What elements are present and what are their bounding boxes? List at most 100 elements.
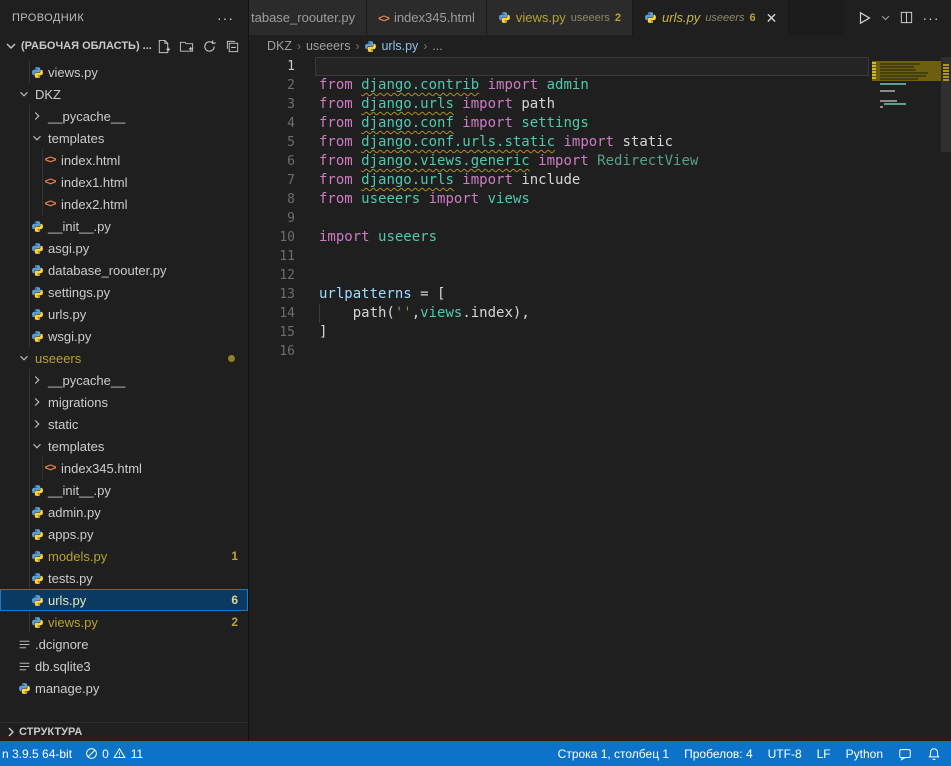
- tree-item-__pycache__[interactable]: __pycache__: [0, 105, 248, 127]
- code-editor[interactable]: 12from django.contrib import admin3from …: [249, 57, 951, 741]
- line-content: from django.contrib import admin: [319, 76, 589, 95]
- tree-item-wsgi.py[interactable]: wsgi.py: [0, 325, 248, 347]
- code-line-6[interactable]: 6from django.views.generic import Redire…: [249, 152, 951, 171]
- indentation[interactable]: Пробелов: 4: [684, 747, 753, 761]
- tab-index345.html[interactable]: <>index345.html: [367, 0, 487, 35]
- code-line-1[interactable]: 1: [249, 57, 951, 76]
- tree-item-templates[interactable]: templates: [0, 435, 248, 457]
- language-mode[interactable]: Python: [846, 747, 883, 761]
- workspace-label: (РАБОЧАЯ ОБЛАСТЬ) ...: [21, 40, 155, 52]
- python-icon: [29, 506, 45, 519]
- code-line-2[interactable]: 2from django.contrib import admin: [249, 76, 951, 95]
- code-line-15[interactable]: 15]: [249, 323, 951, 342]
- tab-more-actions-button[interactable]: ···: [920, 7, 942, 29]
- tab-urls.py[interactable]: urls.pyuseeers6✕: [633, 0, 789, 35]
- tree-item-label: DKZ: [35, 87, 61, 102]
- tree-item-apps.py[interactable]: apps.py: [0, 523, 248, 545]
- workspace-section-header[interactable]: (РАБОЧАЯ ОБЛАСТЬ) ...: [0, 35, 248, 57]
- line-content: ]: [319, 323, 327, 342]
- cursor-position[interactable]: Строка 1, столбец 1: [558, 747, 669, 761]
- encoding[interactable]: UTF-8: [768, 747, 802, 761]
- tab-problem-count: 6: [749, 12, 755, 24]
- tree-item-tests.py[interactable]: tests.py: [0, 567, 248, 589]
- tree-item-index345.html[interactable]: <>index345.html: [0, 457, 248, 479]
- tree-item-label: urls.py: [48, 593, 86, 608]
- tree-item-label: index2.html: [61, 197, 127, 212]
- python-interpreter[interactable]: n 3.9.5 64-bit: [2, 747, 72, 761]
- tree-item-database_roouter.py[interactable]: database_roouter.py: [0, 259, 248, 281]
- run-button[interactable]: [853, 7, 875, 29]
- tree-item-index1.html[interactable]: <>index1.html: [0, 171, 248, 193]
- tab-label: index345.html: [394, 10, 475, 25]
- tree-item-views.py[interactable]: views.py: [0, 61, 248, 83]
- refresh-button[interactable]: [201, 38, 217, 54]
- tab-views.py[interactable]: views.pyuseeers2: [487, 0, 633, 35]
- tree-item-asgi.py[interactable]: asgi.py: [0, 237, 248, 259]
- tree-item-urls.py[interactable]: urls.py: [0, 303, 248, 325]
- tree-item-admin.py[interactable]: admin.py: [0, 501, 248, 523]
- modified-dot: [228, 355, 235, 362]
- run-dropdown-button[interactable]: [878, 7, 892, 29]
- code-line-11[interactable]: 11: [249, 247, 951, 266]
- tree-item-migrations[interactable]: migrations: [0, 391, 248, 413]
- tree-item-__pycache__[interactable]: __pycache__: [0, 369, 248, 391]
- tree-item-label: db.sqlite3: [35, 659, 91, 674]
- tree-item-index2.html[interactable]: <>index2.html: [0, 193, 248, 215]
- python-icon: [29, 220, 45, 233]
- code-lines: 12from django.contrib import admin3from …: [249, 57, 951, 741]
- code-line-10[interactable]: 10import useeers: [249, 228, 951, 247]
- problems-indicator[interactable]: 0 11: [84, 746, 143, 762]
- notifications-bell-icon[interactable]: [927, 747, 941, 761]
- minimap[interactable]: [872, 57, 941, 207]
- tree-item-settings.py[interactable]: settings.py: [0, 281, 248, 303]
- tree-item-.dcignore[interactable]: .dcignore: [0, 633, 248, 655]
- tab-tabase_roouter.py[interactable]: tabase_roouter.py: [249, 0, 367, 35]
- code-line-9[interactable]: 9: [249, 209, 951, 228]
- line-number: 13: [249, 285, 295, 304]
- code-line-7[interactable]: 7from django.urls import include: [249, 171, 951, 190]
- collapse-all-button[interactable]: [224, 38, 240, 54]
- code-line-14[interactable]: 14 path('',views.index),: [249, 304, 951, 323]
- breadcrumb-item-urls.py[interactable]: urls.py: [364, 39, 418, 53]
- tree-item-manage.py[interactable]: manage.py: [0, 677, 248, 699]
- line-content: path('',views.index),: [319, 304, 530, 323]
- indent-guide: [319, 304, 320, 323]
- code-line-13[interactable]: 13urlpatterns = [: [249, 285, 951, 304]
- explorer-more-button[interactable]: ···: [217, 10, 234, 26]
- python-icon: [498, 11, 511, 24]
- code-line-8[interactable]: 8from useeers import views: [249, 190, 951, 209]
- code-line-16[interactable]: 16: [249, 342, 951, 361]
- split-editor-button[interactable]: [895, 7, 917, 29]
- tree-item-label: asgi.py: [48, 241, 89, 256]
- tab-bar: tabase_roouter.py<>index345.htmlviews.py…: [249, 0, 951, 35]
- feedback-icon[interactable]: [898, 747, 912, 761]
- close-tab-icon[interactable]: ✕: [766, 11, 778, 25]
- new-folder-button[interactable]: [178, 38, 194, 54]
- tree-item-__init__.py[interactable]: __init__.py: [0, 215, 248, 237]
- tree-item-index.html[interactable]: <>index.html: [0, 149, 248, 171]
- tree-item-useeers[interactable]: useeers: [0, 347, 248, 369]
- eol[interactable]: LF: [817, 747, 831, 761]
- outline-section-header[interactable]: СТРУКТУРА: [0, 722, 248, 741]
- tree-item-models.py[interactable]: models.py1: [0, 545, 248, 567]
- breadcrumb-item-...[interactable]: ...: [432, 39, 442, 53]
- tree-item-urls.py[interactable]: urls.py6: [0, 589, 248, 611]
- status-left: n 3.9.5 64-bit 0 11: [2, 746, 143, 762]
- tree-item-views.py[interactable]: views.py2: [0, 611, 248, 633]
- tree-item-static[interactable]: static: [0, 413, 248, 435]
- code-line-3[interactable]: 3from django.urls import path: [249, 95, 951, 114]
- tree-item-db.sqlite3[interactable]: db.sqlite3: [0, 655, 248, 677]
- tree-item-__init__.py[interactable]: __init__.py: [0, 479, 248, 501]
- tree-item-templates[interactable]: templates: [0, 127, 248, 149]
- tab-problem-count: 2: [615, 12, 621, 24]
- new-file-button[interactable]: [155, 38, 171, 54]
- breadcrumb-item-useeers[interactable]: useeers: [306, 39, 350, 53]
- tree-item-DKZ[interactable]: DKZ: [0, 83, 248, 105]
- tab-label: views.py: [516, 10, 566, 25]
- vscode-window: ПРОВОДНИК ··· (РАБОЧАЯ ОБЛАСТЬ) ...: [0, 0, 951, 766]
- code-line-5[interactable]: 5from django.conf.urls.static import sta…: [249, 133, 951, 152]
- scrollbar[interactable]: [941, 57, 951, 741]
- breadcrumb-item-DKZ[interactable]: DKZ: [267, 39, 292, 53]
- code-line-12[interactable]: 12: [249, 266, 951, 285]
- code-line-4[interactable]: 4from django.conf import settings: [249, 114, 951, 133]
